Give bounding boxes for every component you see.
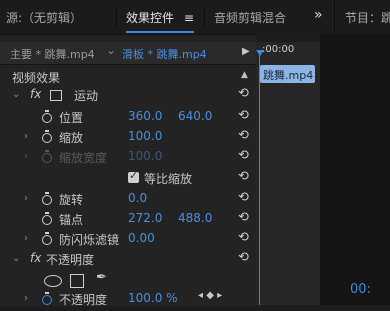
more-tabs-icon[interactable]: »: [314, 7, 323, 23]
fx-icon[interactable]: fx: [30, 251, 41, 265]
tab-divider: [116, 6, 117, 28]
param-label: 缩放: [59, 131, 84, 145]
motion-label: 运动: [74, 89, 99, 103]
active-tab-indicator: [126, 31, 194, 33]
video-effects-header: 视频效果 ▲: [0, 66, 256, 87]
tab-source[interactable]: 源:（无剪辑）: [6, 9, 82, 26]
effect-controls-header: 主要 * 跳舞.mp4 ⌄ 滑板 * 跳舞.mp4 ▶: [0, 42, 256, 65]
stopwatch-icon[interactable]: [42, 130, 52, 143]
playhead[interactable]: [259, 50, 260, 305]
reset-icon[interactable]: ⟲: [238, 190, 249, 205]
timeline-timecode: :00:00: [262, 44, 295, 55]
rectangle-mask-icon[interactable]: [70, 274, 84, 288]
effect-motion[interactable]: ⌄ fx 运动 ⟲: [0, 85, 256, 106]
reset-icon[interactable]: ⟲: [238, 250, 249, 265]
param-opacity: › 不透明度 100.0 % ◂ ◆ ▸: [0, 290, 256, 311]
effect-opacity[interactable]: ⌄ fx 不透明度 ⟲: [0, 249, 256, 270]
tab-program-sequence: 跳: [381, 11, 390, 25]
param-antiflicker: › 防闪烁滤镜 0.00 ⟲: [0, 229, 256, 250]
param-label: 缩放宽度: [59, 151, 108, 165]
master-clip-label[interactable]: 主要 * 跳舞.mp4: [10, 46, 95, 62]
stopwatch-icon[interactable]: [42, 110, 52, 123]
tab-audio-clip-mixer[interactable]: 音频剪辑混合: [214, 9, 286, 26]
opacity-group-label: 不透明度: [46, 253, 95, 267]
expand-chevron-icon[interactable]: ›: [24, 131, 28, 142]
scale-width-value: 100.0: [128, 149, 163, 163]
pen-mask-icon[interactable]: ✒: [96, 270, 107, 285]
uniform-scale-checkbox[interactable]: [128, 169, 139, 183]
program-monitor: 00:: [320, 34, 390, 305]
expand-chevron-icon[interactable]: ⌄: [12, 253, 20, 264]
position-y-value[interactable]: 640.0: [178, 109, 212, 123]
param-label: 防闪烁滤镜: [59, 233, 120, 247]
reset-icon[interactable]: ⟲: [238, 128, 249, 143]
timeline-clip-label: 跳舞.mp4: [263, 69, 314, 82]
anchor-x-value[interactable]: 272.0: [128, 211, 162, 225]
transform-box-icon[interactable]: [50, 90, 62, 101]
position-x-value[interactable]: 360.0: [128, 109, 162, 123]
reset-icon[interactable]: ⟲: [238, 210, 249, 225]
stopwatch-icon[interactable]: [42, 192, 52, 205]
expand-chevron-icon[interactable]: ›: [24, 293, 28, 304]
reset-icon[interactable]: ⟲: [238, 230, 249, 245]
tab-effect-controls-label: 效果控件: [126, 11, 175, 25]
expand-chevron-icon[interactable]: ›: [24, 193, 28, 204]
panel-divider: [334, 0, 335, 34]
play-icon[interactable]: ▶: [242, 46, 250, 57]
scale-value[interactable]: 100.0: [128, 129, 162, 143]
reset-icon[interactable]: ⟲: [238, 86, 249, 101]
param-uniform-scale: 等比缩放 ⟲: [0, 168, 256, 189]
clip-dropdown-icon[interactable]: ⌄: [106, 43, 116, 57]
stopwatch-icon[interactable]: [42, 232, 52, 245]
stopwatch-active-icon[interactable]: [42, 292, 52, 305]
tab-program-monitor[interactable]: 节目：跳: [345, 9, 390, 26]
tab-divider: [204, 6, 205, 28]
antiflicker-value[interactable]: 0.00: [128, 231, 155, 245]
video-effects-label: 视频效果: [12, 71, 61, 85]
uniform-scale-label: 等比缩放: [144, 172, 193, 186]
tab-program-label: 节目：: [345, 11, 382, 25]
fx-icon[interactable]: fx: [30, 87, 41, 101]
program-timecode[interactable]: 00:: [350, 282, 371, 297]
anchor-y-value[interactable]: 488.0: [178, 211, 212, 225]
param-label: 旋转: [59, 193, 84, 207]
param-position: 位置 360.0 640.0 ⟲: [0, 107, 256, 128]
mask-tools: ✒: [0, 270, 256, 291]
stopwatch-icon: [42, 150, 52, 163]
reset-icon[interactable]: ⟲: [238, 108, 249, 123]
param-label: 位置: [59, 111, 84, 125]
keyframe-nav-icon[interactable]: ◂ ◆ ▸: [198, 290, 222, 301]
rotation-value[interactable]: 0.0: [128, 191, 147, 205]
tab-effect-controls[interactable]: 效果控件 ≡: [126, 9, 194, 33]
param-scale-width: › 缩放宽度 100.0 ⟲: [0, 147, 256, 168]
opacity-value[interactable]: 100.0 %: [128, 291, 178, 305]
reset-icon[interactable]: ⟲: [238, 148, 249, 163]
expand-chevron-icon[interactable]: ›: [24, 233, 28, 244]
param-anchor: 锚点 272.0 488.0 ⟲: [0, 209, 256, 230]
param-rotation: › 旋转 0.0 ⟲: [0, 189, 256, 210]
panel-menu-icon[interactable]: ≡: [184, 11, 194, 25]
sequence-clip-label[interactable]: 滑板 * 跳舞.mp4: [122, 46, 207, 62]
expand-chevron-icon: ›: [24, 151, 28, 162]
ellipse-mask-icon[interactable]: [44, 275, 62, 287]
stopwatch-icon[interactable]: [42, 212, 52, 225]
param-label: 锚点: [59, 213, 84, 227]
panel-tab-bar: 源:（无剪辑） 效果控件 ≡ 音频剪辑混合 » 节目：跳: [0, 0, 390, 34]
expand-chevron-icon[interactable]: ⌄: [12, 89, 20, 100]
param-label: 不透明度: [59, 293, 108, 307]
timeline-clip[interactable]: 跳舞.mp4: [260, 65, 315, 83]
reset-icon[interactable]: ⟲: [238, 169, 249, 184]
collapse-up-icon[interactable]: ▲: [241, 70, 248, 80]
param-scale: › 缩放 100.0 ⟲: [0, 127, 256, 148]
